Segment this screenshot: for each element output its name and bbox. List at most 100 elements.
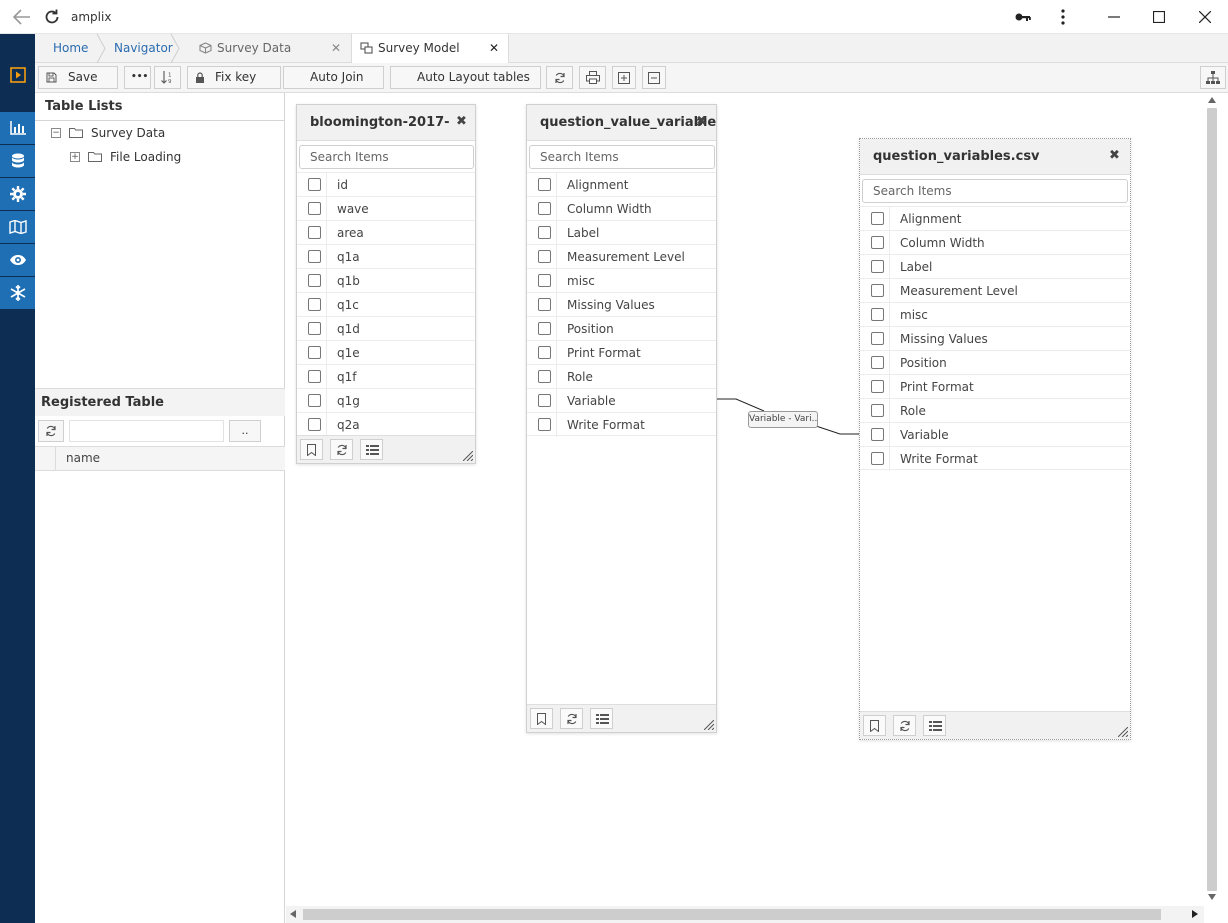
field-row[interactable]: Position bbox=[527, 316, 716, 341]
field-checkbox[interactable] bbox=[538, 346, 551, 359]
field-row[interactable]: Label bbox=[527, 220, 716, 245]
field-row[interactable]: Variable bbox=[527, 388, 716, 413]
field-checkbox[interactable] bbox=[538, 370, 551, 383]
field-checkbox[interactable] bbox=[871, 236, 884, 249]
scroll-down-icon[interactable] bbox=[1208, 894, 1216, 900]
table-card-bloomington[interactable]: bloomington-2017- ✖ Search Items id wave… bbox=[296, 104, 476, 464]
field-checkbox[interactable] bbox=[308, 418, 321, 431]
gear-icon[interactable] bbox=[0, 178, 35, 211]
close-table-icon[interactable]: ✖ bbox=[1109, 148, 1120, 163]
field-row[interactable]: Measurement Level bbox=[860, 278, 1130, 303]
field-checkbox[interactable] bbox=[538, 226, 551, 239]
table-search-input[interactable]: Search Items bbox=[862, 179, 1128, 203]
map-icon[interactable] bbox=[0, 211, 35, 244]
tab-survey-model[interactable]: Survey Model ✕ bbox=[351, 34, 509, 63]
field-checkbox[interactable] bbox=[871, 404, 884, 417]
field-row[interactable]: Missing Values bbox=[527, 292, 716, 317]
tree-item-file-loading[interactable]: + File Loading bbox=[70, 147, 270, 167]
field-checkbox[interactable] bbox=[308, 322, 321, 335]
list-view-button[interactable] bbox=[590, 708, 613, 729]
back-arrow-icon[interactable] bbox=[12, 8, 32, 26]
field-row[interactable]: q1a bbox=[297, 244, 475, 269]
field-row[interactable]: q1b bbox=[297, 268, 475, 293]
horizontal-scrollbar[interactable] bbox=[286, 906, 1204, 923]
field-row[interactable]: misc bbox=[527, 268, 716, 293]
fix-key-button[interactable]: Fix key bbox=[187, 66, 281, 89]
table-card-question-value-variable[interactable]: question_value_variable ✖ Search Items A… bbox=[526, 104, 717, 733]
field-row[interactable]: q1e bbox=[297, 340, 475, 365]
field-checkbox[interactable] bbox=[538, 250, 551, 263]
collapse-all-button[interactable] bbox=[642, 66, 666, 89]
table-refresh-button[interactable] bbox=[893, 715, 916, 736]
print-button[interactable] bbox=[579, 66, 606, 89]
collapse-icon[interactable]: − bbox=[51, 128, 61, 138]
field-row[interactable]: Column Width bbox=[860, 230, 1130, 255]
play-menu-icon[interactable] bbox=[0, 58, 35, 91]
field-row[interactable]: Print Format bbox=[527, 340, 716, 365]
sitemap-button[interactable] bbox=[1200, 66, 1226, 89]
table-card-header[interactable]: question_variables.csv ✖ bbox=[860, 139, 1130, 175]
bookmark-button[interactable] bbox=[863, 715, 886, 736]
resize-handle-icon[interactable] bbox=[1118, 727, 1128, 737]
field-checkbox[interactable] bbox=[308, 370, 321, 383]
chart-icon[interactable] bbox=[0, 112, 35, 145]
more-button[interactable]: ••• bbox=[124, 66, 151, 89]
field-row[interactable]: wave bbox=[297, 196, 475, 221]
close-table-icon[interactable]: ✖ bbox=[696, 114, 707, 129]
bookmark-button[interactable] bbox=[300, 439, 323, 460]
auto-join-button[interactable]: Auto Join bbox=[283, 66, 384, 89]
field-checkbox[interactable] bbox=[538, 322, 551, 335]
close-table-icon[interactable]: ✖ bbox=[456, 114, 467, 129]
snowflake-icon[interactable] bbox=[0, 277, 35, 310]
table-search-input[interactable]: Search Items bbox=[299, 145, 474, 169]
vertical-scroll-thumb[interactable] bbox=[1207, 108, 1217, 891]
field-row[interactable]: Alignment bbox=[860, 206, 1130, 231]
expand-icon[interactable]: + bbox=[70, 152, 80, 162]
field-checkbox[interactable] bbox=[308, 274, 321, 287]
field-row[interactable]: Variable bbox=[860, 422, 1130, 447]
field-checkbox[interactable] bbox=[308, 250, 321, 263]
breadcrumb-home[interactable]: Home bbox=[53, 34, 88, 63]
auto-layout-tables-button[interactable]: Auto Layout tables bbox=[390, 66, 541, 89]
field-checkbox[interactable] bbox=[871, 428, 884, 441]
field-checkbox[interactable] bbox=[871, 452, 884, 465]
minimize-icon[interactable] bbox=[1099, 4, 1129, 30]
field-checkbox[interactable] bbox=[871, 356, 884, 369]
field-checkbox[interactable] bbox=[871, 308, 884, 321]
field-row[interactable]: q1d bbox=[297, 316, 475, 341]
maximize-icon[interactable] bbox=[1144, 4, 1174, 30]
field-row[interactable]: Column Width bbox=[527, 196, 716, 221]
field-checkbox[interactable] bbox=[871, 284, 884, 297]
field-row[interactable]: Alignment bbox=[527, 172, 716, 197]
list-view-button[interactable] bbox=[360, 439, 383, 460]
field-row[interactable]: id bbox=[297, 172, 475, 197]
horizontal-scroll-thumb[interactable] bbox=[303, 909, 1161, 920]
field-row[interactable]: Label bbox=[860, 254, 1130, 279]
bookmark-button[interactable] bbox=[530, 708, 553, 729]
table-refresh-button[interactable] bbox=[560, 708, 583, 729]
field-checkbox[interactable] bbox=[538, 298, 551, 311]
registered-more-button[interactable]: .. bbox=[229, 420, 261, 442]
resize-handle-icon[interactable] bbox=[463, 451, 473, 461]
field-checkbox[interactable] bbox=[871, 332, 884, 345]
table-search-input[interactable]: Search Items bbox=[529, 145, 715, 169]
field-checkbox[interactable] bbox=[538, 178, 551, 191]
field-checkbox[interactable] bbox=[871, 260, 884, 273]
field-checkbox[interactable] bbox=[308, 394, 321, 407]
column-header-name[interactable]: name bbox=[66, 447, 100, 470]
field-row[interactable]: Position bbox=[860, 350, 1130, 375]
field-row[interactable]: Print Format bbox=[860, 374, 1130, 399]
field-row[interactable]: Missing Values bbox=[860, 326, 1130, 351]
field-row[interactable]: area bbox=[297, 220, 475, 245]
field-checkbox[interactable] bbox=[538, 202, 551, 215]
list-view-button[interactable] bbox=[923, 715, 946, 736]
field-row[interactable]: q1c bbox=[297, 292, 475, 317]
close-tab-icon[interactable]: ✕ bbox=[331, 34, 341, 63]
kebab-menu-icon[interactable] bbox=[1048, 4, 1078, 30]
tab-survey-data[interactable]: Survey Data ✕ bbox=[191, 34, 351, 63]
field-row[interactable]: Write Format bbox=[527, 412, 716, 437]
scroll-up-icon[interactable] bbox=[1208, 97, 1216, 103]
registered-refresh-button[interactable] bbox=[38, 420, 64, 442]
field-row[interactable]: q1g bbox=[297, 388, 475, 413]
breadcrumb-navigator[interactable]: Navigator bbox=[114, 34, 173, 63]
